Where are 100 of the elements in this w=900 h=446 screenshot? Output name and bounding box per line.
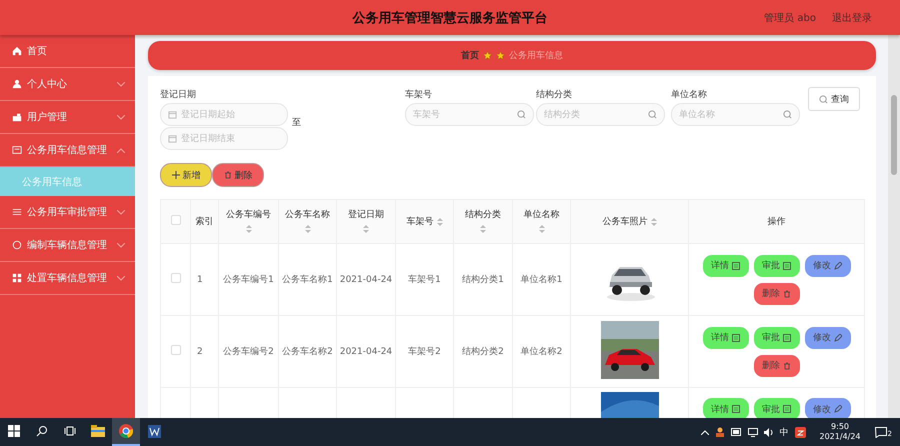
pencil-icon xyxy=(834,405,842,413)
sort-icon[interactable] xyxy=(363,224,369,232)
details-button[interactable]: 详情 xyxy=(702,326,748,348)
breadcrumb-home[interactable]: 首页 xyxy=(461,49,479,62)
edit-button[interactable]: 修改 xyxy=(804,398,850,418)
approve-button[interactable]: 审批 xyxy=(754,398,800,418)
sort-icon[interactable] xyxy=(304,224,310,232)
sort-icon[interactable] xyxy=(436,218,442,226)
column-header[interactable]: 公务车名称 xyxy=(278,200,336,244)
chevron-icon[interactable] xyxy=(117,210,125,214)
field-label: 车架号 xyxy=(405,88,433,102)
field-label: 结构分类 xyxy=(536,88,573,102)
table-cell: 结构分类1 xyxy=(454,244,512,316)
chevron-icon[interactable] xyxy=(117,242,125,248)
chevron-icon[interactable] xyxy=(117,276,125,280)
row-checkbox[interactable] xyxy=(170,273,180,283)
edit-button[interactable]: 修改 xyxy=(804,254,850,276)
column-header[interactable]: 登记日期 xyxy=(336,200,396,244)
search-icon xyxy=(517,110,526,119)
document-icon xyxy=(732,405,740,413)
table-cell: 车架号2 xyxy=(396,316,454,388)
table-cell: 车架号1 xyxy=(396,244,454,316)
input-method-label[interactable]: 中 xyxy=(780,426,788,438)
document-icon xyxy=(783,405,791,413)
plus-icon xyxy=(172,171,180,179)
list-icon xyxy=(12,207,22,217)
column-header[interactable]: 公务车编号 xyxy=(218,200,278,244)
circle-icon xyxy=(12,240,22,250)
pencil-icon xyxy=(834,334,842,342)
table-cell: 1 xyxy=(190,244,218,316)
chevron-icon[interactable] xyxy=(117,82,125,86)
app-tray-icon[interactable] xyxy=(794,426,806,438)
star-icon xyxy=(496,51,505,60)
column-header[interactable]: 单位名称 xyxy=(512,200,570,244)
details-button[interactable]: 详情 xyxy=(702,254,748,276)
table-cell: 单位名称1 xyxy=(512,244,570,316)
sort-icon[interactable] xyxy=(650,218,656,226)
table-cell: 公务车名称2 xyxy=(278,316,336,388)
notification-icon[interactable] xyxy=(874,426,887,438)
range-separator: 至 xyxy=(292,117,302,129)
sidebar-item[interactable]: 公务用车信息管理 xyxy=(27,143,107,157)
sidebar-item[interactable]: 公务用车审批管理 xyxy=(27,205,107,219)
chevron-icon[interactable] xyxy=(117,114,125,120)
sidebar-item[interactable]: 个人中心 xyxy=(27,77,67,91)
table-cell: 2 xyxy=(190,316,218,388)
document-icon xyxy=(732,262,740,270)
approve-button[interactable]: 审批 xyxy=(754,326,800,348)
delete-button[interactable]: 删除 xyxy=(212,163,264,187)
trash-icon xyxy=(783,290,791,298)
delete-button[interactable]: 删除 xyxy=(754,354,800,376)
calendar-icon xyxy=(168,110,177,119)
calendar-icon xyxy=(168,134,177,143)
sidebar-item[interactable]: 用户管理 xyxy=(27,110,67,124)
document-icon xyxy=(732,334,740,342)
home-icon xyxy=(12,46,22,56)
row-checkbox[interactable] xyxy=(170,345,180,355)
sidebar-item[interactable]: 处置车辆信息管理 xyxy=(27,271,107,285)
search-icon xyxy=(783,110,792,119)
search-icon xyxy=(648,110,657,119)
sidebar-item[interactable]: 编制车辆信息管理 xyxy=(27,238,107,252)
table-cell: 公务车编号1 xyxy=(218,244,278,316)
browser-icon[interactable] xyxy=(112,418,140,446)
chevron-icon[interactable] xyxy=(117,148,125,152)
app-title: 公务用车管理智慧云服务监管平台 xyxy=(352,10,548,26)
user-icon xyxy=(12,79,22,89)
delete-button[interactable]: 删除 xyxy=(754,282,800,304)
speaker-icon[interactable] xyxy=(764,428,774,436)
query-button[interactable]: 查询 xyxy=(808,87,860,111)
document-icon xyxy=(783,262,791,270)
search-icon xyxy=(819,94,828,104)
column-header[interactable]: 结构分类 xyxy=(454,200,512,244)
logout-link[interactable]: 退出登录 xyxy=(832,10,872,24)
column-header[interactable]: 公务车照片 xyxy=(570,200,688,244)
chevron-up-icon[interactable] xyxy=(700,430,708,434)
pencil-icon xyxy=(834,262,842,270)
star-icon xyxy=(483,51,492,60)
battery-icon[interactable] xyxy=(730,428,742,436)
monitor-icon[interactable] xyxy=(748,428,758,436)
sort-icon[interactable] xyxy=(246,224,252,232)
trash-icon xyxy=(783,362,791,370)
table-cell: 2021-04-24 xyxy=(336,316,396,388)
user-label: 管理员 abo xyxy=(764,12,816,24)
sidebar-item[interactable]: 首页 xyxy=(27,44,47,58)
column-header[interactable]: 车架号 xyxy=(396,200,454,244)
column-header: 索引 xyxy=(190,200,218,244)
column-header: 操作 xyxy=(688,200,864,244)
clock[interactable]: 9:50 2021/4/24 xyxy=(820,422,861,442)
person-icon[interactable] xyxy=(714,427,724,437)
document-icon xyxy=(783,334,791,342)
sort-icon[interactable] xyxy=(480,224,486,232)
edit-button[interactable]: 修改 xyxy=(804,326,850,348)
table-cell: 公务车编号2 xyxy=(218,316,278,388)
sort-icon[interactable] xyxy=(538,224,544,232)
document-icon xyxy=(12,145,22,155)
add-button[interactable]: 新增 xyxy=(160,163,212,187)
scrollbar[interactable] xyxy=(888,35,900,418)
details-button[interactable]: 详情 xyxy=(702,398,748,418)
table-cell: 2021-04-24 xyxy=(336,244,396,316)
select-all-checkbox[interactable] xyxy=(170,215,180,225)
approve-button[interactable]: 审批 xyxy=(754,254,800,276)
